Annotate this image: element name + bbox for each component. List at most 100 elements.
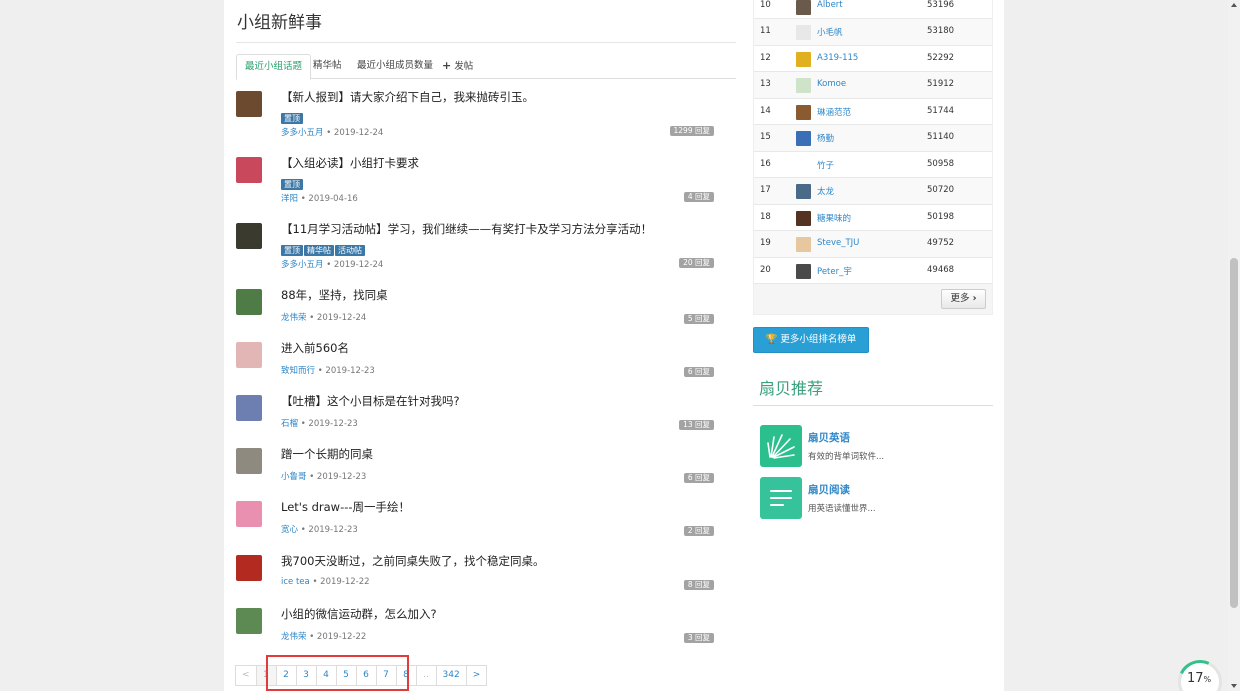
topic-title[interactable]: 【新人报到】请大家介绍下自己，我来抛砖引玉。	[281, 89, 534, 105]
more-rankings-button[interactable]: 🏆 更多小组排名榜单	[753, 327, 869, 353]
topic-author[interactable]: 致知而行	[281, 366, 315, 376]
topic-author[interactable]: 石榴	[281, 419, 298, 429]
topic-author[interactable]: 洋阳	[281, 194, 298, 204]
reply-count-badge: 6 回复	[683, 473, 714, 484]
topic-row[interactable]: 小组的微信运动群，怎么加入? 龙伟荣 • 2019-12-22 3 回复	[236, 606, 726, 656]
avatar[interactable]	[796, 157, 811, 173]
app-name[interactable]: 扇贝英语	[808, 430, 850, 445]
avatar[interactable]	[236, 554, 262, 581]
topic-badge: 活动帖	[335, 245, 365, 256]
rank-user-name[interactable]: 琳涵范范	[817, 106, 851, 118]
topic-row[interactable]: 【入组必读】小组打卡要求 置顶 洋阳 • 2019-04-16 4 回复	[236, 155, 726, 205]
avatar[interactable]	[796, 104, 811, 120]
avatar[interactable]	[796, 263, 811, 279]
rank-user-name[interactable]: 太龙	[817, 185, 834, 197]
avatar[interactable]	[796, 0, 811, 15]
plus-icon: +	[442, 59, 452, 72]
topic-date: • 2019-12-24	[309, 313, 367, 323]
topic-author[interactable]: ice tea	[281, 577, 310, 587]
rank-score: 51912	[927, 79, 955, 89]
rank-user-name[interactable]: 小毛帆	[817, 26, 843, 38]
page-scrollbar[interactable]	[1228, 0, 1240, 691]
rank-number: 17	[760, 185, 771, 195]
pagination-next[interactable]: >	[465, 665, 488, 686]
topic-title[interactable]: 【11月学习活动帖】学习，我们继续——有奖打卡及学习方法分享活动！	[281, 221, 652, 237]
topic-row[interactable]: 【11月学习活动帖】学习，我们继续——有奖打卡及学习方法分享活动！ 置顶 精华帖 活动…	[236, 221, 726, 271]
rank-user-name[interactable]: 糖果味的	[817, 212, 851, 224]
highlight-box	[266, 655, 409, 691]
more-button[interactable]: 更多 ›	[941, 289, 986, 309]
rank-user-name[interactable]: Albert	[817, 0, 843, 10]
topic-title[interactable]: 蹭一个长期的同桌	[281, 446, 373, 462]
avatar[interactable]	[236, 607, 262, 634]
scroll-down-arrow-icon[interactable]	[1231, 684, 1237, 688]
avatar[interactable]	[796, 184, 811, 199]
topic-row[interactable]: 【吐槽】这个小目标是在针对我吗? 石榴 • 2019-12-23 13 回复	[236, 393, 726, 443]
topic-author[interactable]: 多多小五月	[281, 128, 324, 138]
rank-user-name[interactable]: A319-115	[817, 53, 858, 63]
scrollbar-thumb[interactable]	[1230, 258, 1238, 608]
rank-score: 52292	[927, 52, 955, 63]
topic-author[interactable]: 小鲁哥	[281, 472, 307, 482]
avatar[interactable]	[236, 501, 262, 528]
avatar[interactable]	[236, 223, 262, 249]
topic-author[interactable]: 多多小五月	[281, 260, 324, 270]
rank-user-name[interactable]: 杨勤	[817, 132, 834, 144]
topic-title[interactable]: 88年，坚持，找同桌	[281, 287, 388, 303]
topic-title[interactable]: 进入前560名	[281, 340, 349, 356]
rank-score: 49468	[927, 264, 955, 275]
avatar[interactable]	[236, 289, 262, 315]
pagination-prev[interactable]: <	[235, 665, 257, 686]
avatar[interactable]	[796, 237, 811, 252]
rank-number: 19	[760, 238, 771, 248]
avatar[interactable]	[236, 157, 262, 183]
rank-score: 50958	[927, 158, 955, 169]
scroll-up-arrow-icon[interactable]	[1231, 3, 1237, 7]
tab-recent-members[interactable]: 最近小组成员数量	[349, 54, 441, 79]
avatar[interactable]	[236, 395, 262, 422]
topic-title[interactable]: Let's draw---周一手绘！	[281, 499, 410, 515]
topic-author[interactable]: 龙伟荣	[281, 632, 307, 642]
topic-row[interactable]: 进入前560名 致知而行 • 2019-12-23 6 回复	[236, 340, 726, 390]
progress-value: 17%	[1187, 671, 1212, 686]
topic-row[interactable]: 蹭一个长期的同桌 小鲁哥 • 2019-12-23 6 回复	[236, 446, 726, 496]
tab-new-post-label: 发帖	[454, 61, 474, 72]
topic-author[interactable]: 龙伟荣	[281, 313, 307, 323]
tab-recent-topics[interactable]: 最近小组话题	[236, 54, 312, 80]
topic-row[interactable]: 【新人报到】请大家介绍下自己，我来抛砖引玉。 置顶 多多小五月 • 2019-12-…	[236, 89, 726, 139]
tab-featured[interactable]: 精华帖	[305, 54, 350, 79]
avatar[interactable]	[236, 91, 262, 117]
topic-row[interactable]: 88年，坚持，找同桌 龙伟荣 • 2019-12-24 5 回复	[236, 287, 726, 337]
topic-title[interactable]: 【吐槽】这个小目标是在针对我吗?	[281, 393, 460, 409]
avatar[interactable]	[796, 131, 811, 146]
pagination-page[interactable]: 342	[435, 665, 467, 686]
app-shanbay-english[interactable]: 扇贝英语 有效的背单词软件...	[760, 425, 990, 467]
topic-author[interactable]: 宽心	[281, 525, 298, 535]
rank-number: 18	[760, 211, 771, 222]
topic-title[interactable]: 我700天没断过，之前同桌失败了，找个稳定同桌。	[281, 553, 544, 569]
ranking-row: 11 小毛帆 53180	[754, 19, 992, 46]
avatar[interactable]	[796, 78, 811, 93]
progress-widget[interactable]: 17%	[1171, 653, 1229, 691]
app-name[interactable]: 扇贝阅读	[808, 482, 850, 497]
app-shanbay-reading[interactable]: 扇贝阅读 用英语读懂世界...	[760, 477, 990, 519]
topic-title[interactable]: 小组的微信运动群，怎么加入?	[281, 606, 437, 622]
rank-user-name[interactable]: Steve_TJU	[817, 238, 859, 248]
avatar[interactable]	[796, 51, 811, 67]
rank-user-name[interactable]: 竹子	[817, 159, 834, 171]
rank-user-name[interactable]: Peter_宇	[817, 265, 852, 277]
topic-title[interactable]: 【入组必读】小组打卡要求	[281, 155, 419, 171]
topic-badge: 精华帖	[304, 245, 334, 256]
rank-number: 15	[760, 132, 771, 142]
avatar[interactable]	[796, 25, 811, 40]
avatar[interactable]	[796, 210, 811, 226]
avatar[interactable]	[236, 342, 262, 369]
topic-row[interactable]: Let's draw---周一手绘！ 宽心 • 2019-12-23 2 回复	[236, 499, 726, 549]
rank-user-name[interactable]: Komoe	[817, 79, 846, 89]
tab-new-post[interactable]: + 发帖	[434, 54, 481, 79]
rank-score: 51140	[927, 132, 955, 142]
avatar[interactable]	[236, 448, 262, 475]
shanbay-reading-icon	[760, 477, 802, 519]
topic-row[interactable]: 我700天没断过，之前同桌失败了，找个稳定同桌。 ice tea • 2019-1…	[236, 553, 726, 603]
topic-meta: 龙伟荣 • 2019-12-24	[281, 311, 366, 323]
